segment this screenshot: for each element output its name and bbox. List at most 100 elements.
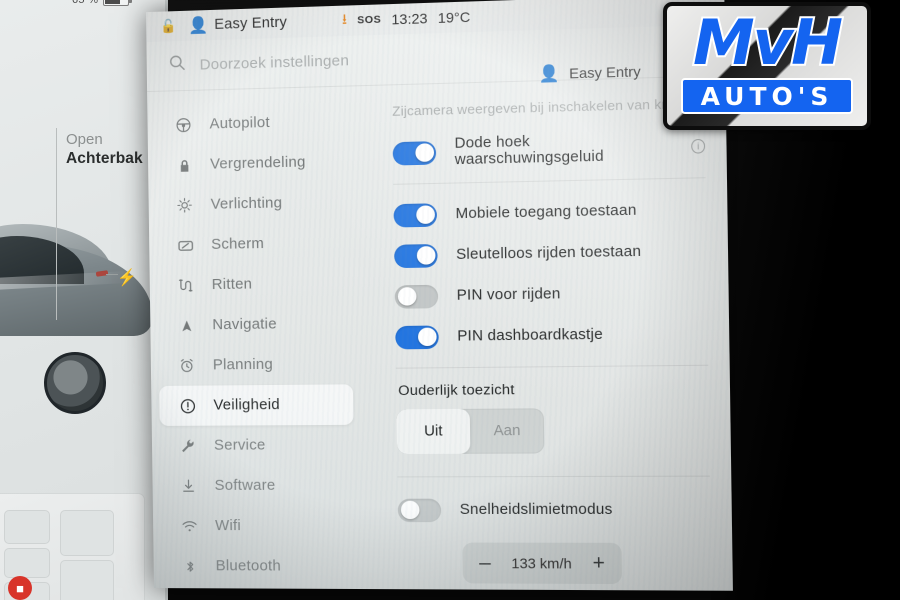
toggle-glovebox-pin[interactable] [395, 324, 439, 349]
sidebar-item-label: Bluetooth [215, 558, 282, 575]
parental-option-off[interactable]: Uit [396, 408, 471, 455]
search-icon [169, 54, 186, 77]
sidebar-item-planning[interactable]: Planning [159, 344, 353, 386]
battery-percent-label: 65 % [72, 0, 99, 6]
toggle-keyless-driving[interactable] [394, 243, 438, 268]
vehicle-status-pane: 65 % Open Achterbak ⚡ ■ [0, 0, 168, 600]
sidebar-item-software[interactable]: Software [160, 465, 354, 506]
wifi-icon [179, 518, 199, 535]
battery-indicator: 65 % [72, 0, 132, 6]
toggle-blind-spot-chime[interactable] [392, 140, 437, 166]
setting-row-glovebox-pin[interactable]: PIN dashboardkastje [395, 313, 708, 358]
info-icon[interactable]: i [691, 138, 706, 154]
sidebar-item-navigatie[interactable]: Navigatie [158, 303, 352, 346]
speed-limit-value: 133 km/h [511, 554, 572, 572]
unlock-icon[interactable]: 🔓 [160, 18, 176, 35]
trunk-target-label: Achterbak [66, 150, 143, 168]
battery-icon [103, 0, 132, 6]
settings-content: Zijcamera weergeven bij inschakelen van … [357, 93, 733, 591]
setting-row-mobile-access[interactable]: Mobiele toegang toestaan [393, 189, 706, 236]
sidebar-item-label: Wifi [215, 518, 242, 535]
seat-controls-panel[interactable]: ■ [0, 494, 144, 600]
vehicle-illustration [0, 218, 168, 414]
setting-row-keyless-driving[interactable]: Sleutelloos rijden toestaan [394, 230, 707, 276]
sidebar-item-label: Service [213, 437, 266, 454]
sidebar-item-label: Navigatie [212, 316, 277, 334]
sidebar-item-label: Veiligheid [213, 397, 280, 414]
sidebar-item-autopilot[interactable]: Autopilot [155, 101, 349, 146]
search-input[interactable]: Doorzoek instellingen [200, 52, 350, 73]
trunk-callout-rule [56, 128, 58, 320]
section-divider [393, 177, 706, 185]
driver-profile-name: Easy Entry [214, 14, 288, 33]
setting-row-pin-to-drive[interactable]: PIN voor rijden [394, 271, 708, 316]
increment-button[interactable]: + [592, 552, 605, 575]
navigation-arrow-icon [176, 318, 196, 333]
seat-tile[interactable] [4, 548, 50, 578]
download-arrow-icon[interactable]: ⭳ [342, 9, 347, 33]
steering-wheel-icon [173, 117, 193, 134]
lightning-bolt-icon: ⚡ [116, 269, 138, 288]
wrench-icon [178, 438, 198, 454]
dealer-watermark-logo: MvH AUTO'S [663, 2, 871, 130]
sidebar-item-verlichting[interactable]: Verlichting [156, 182, 350, 226]
seat-tile[interactable] [60, 510, 114, 556]
toggle-pin-to-drive[interactable] [394, 284, 439, 309]
bluetooth-icon [180, 559, 200, 574]
exclamation-circle-icon [177, 397, 197, 414]
seat-tile[interactable] [60, 560, 114, 600]
driver-profile-button[interactable]: 👤 Easy Entry [188, 13, 287, 36]
person-icon: 👤 [188, 17, 209, 35]
setting-row-blind-spot-chime[interactable]: Dode hoek waarschuwingsgeluid i [392, 125, 706, 173]
sos-button[interactable]: SOS [357, 14, 381, 27]
seatbelt-warning-icon: ■ [8, 576, 32, 600]
section-divider [395, 364, 709, 369]
sidebar-item-label: Planning [212, 356, 274, 374]
trips-icon [176, 277, 196, 293]
setting-label: Mobiele toegang toestaan [455, 202, 637, 223]
sidebar-item-label: Vergrendeling [209, 154, 306, 173]
sidebar-item-vergrendeling[interactable]: Vergrendeling [156, 141, 350, 186]
decrement-button[interactable]: – [479, 552, 491, 575]
display-icon [175, 237, 195, 254]
trunk-action-label: Open [66, 131, 103, 148]
photo-canvas: 65 % Open Achterbak ⚡ ■ 🔓 👤 Easy Entry ⭳… [0, 0, 900, 600]
parental-option-on[interactable]: Aan [470, 408, 545, 453]
clock-label: 13:23 [391, 10, 428, 28]
sidebar-item-label: Software [214, 477, 276, 494]
brightness-icon [175, 197, 195, 213]
tesla-settings-screen: 🔓 👤 Easy Entry ⭳ SOS 13:23 19°C Doorzoek… [145, 0, 733, 591]
parental-controls-segmented[interactable]: Uit Aan [396, 408, 545, 455]
sidebar-item-ritten[interactable]: Ritten [157, 263, 351, 306]
watermark-brand-text: MvH [691, 6, 845, 79]
person-icon: 👤 [538, 65, 560, 84]
lock-icon [174, 157, 194, 172]
speed-limit-stepper[interactable]: – 133 km/h + [462, 542, 623, 585]
sidebar-item-veiligheid[interactable]: Veiligheid [159, 384, 354, 426]
sidebar-item-label: Scherm [211, 235, 265, 253]
setting-label: Dode hoek waarschuwingsgeluid [454, 133, 604, 169]
download-icon [178, 478, 198, 494]
seat-tile[interactable] [4, 510, 50, 544]
toggle-mobile-access[interactable] [393, 202, 438, 227]
trunk-callout[interactable]: Open Achterbak [66, 130, 143, 169]
account-name: Easy Entry [569, 62, 641, 82]
settings-sidebar[interactable]: Autopilot Vergrendeling Verlichting Sche… [147, 96, 364, 589]
setting-label: Snelheidslimietmodus [459, 501, 613, 519]
sidebar-item-label: Verlichting [210, 195, 283, 213]
sidebar-item-bluetooth[interactable]: Bluetooth [161, 546, 355, 587]
sidebar-item-service[interactable]: Service [160, 425, 354, 466]
watermark-tagline-text: AUTO'S [700, 81, 834, 111]
sidebar-item-label: Ritten [211, 276, 253, 294]
setting-row-speed-limit-mode[interactable]: Snelheidslimietmodus [397, 489, 711, 530]
alarm-clock-icon [177, 358, 197, 374]
blind-spot-hint-text: Zijcamera weergeven bij inschakelen van … [392, 94, 728, 119]
toggle-speed-limit-mode[interactable] [397, 498, 442, 522]
watermark-bar: AUTO'S [681, 78, 853, 114]
temperature-label: 19°C [437, 8, 471, 26]
sidebar-item-scherm[interactable]: Scherm [157, 222, 351, 266]
sidebar-item-wifi[interactable]: Wifi [161, 506, 355, 547]
setting-label: Sleutelloos rijden toestaan [456, 243, 642, 264]
setting-label: PIN dashboardkastje [457, 326, 604, 345]
section-divider [397, 475, 710, 478]
